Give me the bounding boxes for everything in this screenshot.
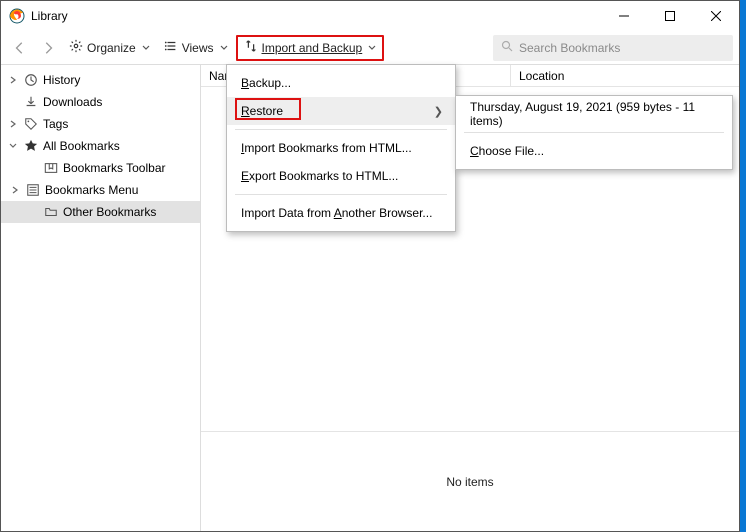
- import-backup-menu: Backup... Restore ❯ Import Bookmarks fro…: [226, 64, 456, 232]
- import-backup-highlight: Import and Backup: [236, 35, 385, 61]
- gear-icon: [69, 39, 83, 56]
- sidebar-item-bookmarks-toolbar[interactable]: Bookmarks Toolbar: [1, 157, 200, 179]
- toolbar: Organize Views Import and Backup Search …: [1, 31, 739, 65]
- tree-label: Tags: [43, 117, 68, 131]
- chevron-right-icon: [9, 186, 21, 194]
- search-placeholder: Search Bookmarks: [519, 41, 620, 55]
- menu-item-import-html[interactable]: Import Bookmarks from HTML...: [227, 134, 455, 162]
- window-title: Library: [31, 9, 68, 23]
- menu-item-export-html[interactable]: Export Bookmarks to HTML...: [227, 162, 455, 190]
- backup-entry-label: Thursday, August 19, 2021 (959 bytes - 1…: [470, 100, 718, 128]
- sidebar-item-downloads[interactable]: Downloads: [1, 91, 200, 113]
- tree-label: Downloads: [43, 95, 102, 109]
- tree-label: Bookmarks Menu: [45, 183, 138, 197]
- star-icon: [23, 139, 39, 153]
- sidebar: History Downloads Tags All Bookmarks Boo: [1, 65, 201, 531]
- titlebar: Library: [1, 1, 739, 31]
- desktop-background: [740, 0, 746, 532]
- back-button[interactable]: [7, 35, 33, 61]
- chevron-right-icon: [7, 120, 19, 128]
- bookmarks-menu-icon: [25, 183, 41, 197]
- tree-label: All Bookmarks: [43, 139, 120, 153]
- chevron-down-icon: [7, 142, 19, 150]
- tag-icon: [23, 117, 39, 131]
- list-icon: [164, 39, 178, 56]
- sidebar-item-all-bookmarks[interactable]: All Bookmarks: [1, 135, 200, 157]
- menu-separator: [464, 132, 724, 133]
- sidebar-item-other-bookmarks[interactable]: Other Bookmarks: [1, 201, 200, 223]
- library-window: Library Organize Views Import and Backup: [0, 0, 740, 532]
- restore-submenu: Thursday, August 19, 2021 (959 bytes - 1…: [455, 95, 733, 170]
- chevron-down-icon: [368, 41, 376, 55]
- import-backup-label: Import and Backup: [262, 41, 363, 55]
- sidebar-item-bookmarks-menu[interactable]: Bookmarks Menu: [1, 179, 200, 201]
- menu-item-restore[interactable]: Restore ❯: [227, 97, 455, 125]
- folder-icon: [43, 205, 59, 219]
- menu-separator: [235, 194, 447, 195]
- views-label: Views: [182, 41, 214, 55]
- menu-item-backup[interactable]: Backup...: [227, 69, 455, 97]
- tree-label: Other Bookmarks: [63, 205, 156, 219]
- views-button[interactable]: Views: [158, 35, 234, 61]
- chevron-right-icon: ❯: [434, 105, 443, 118]
- menu-item-import-other-browser[interactable]: Import Data from Another Browser...: [227, 199, 455, 227]
- tree-label: History: [43, 73, 80, 87]
- tree-label: Bookmarks Toolbar: [63, 161, 166, 175]
- close-button[interactable]: [693, 1, 739, 31]
- maximize-button[interactable]: [647, 1, 693, 31]
- menu-separator: [235, 129, 447, 130]
- menu-item-choose-file[interactable]: Choose File...: [456, 137, 732, 165]
- organize-button[interactable]: Organize: [63, 35, 156, 61]
- details-pane: No items: [201, 431, 739, 531]
- search-icon: [501, 40, 513, 55]
- search-input[interactable]: Search Bookmarks: [493, 35, 733, 61]
- chevron-down-icon: [220, 41, 228, 55]
- sidebar-item-tags[interactable]: Tags: [1, 113, 200, 135]
- clock-icon: [23, 73, 39, 87]
- app-icon: [9, 8, 25, 24]
- import-export-icon: [244, 39, 258, 56]
- forward-button[interactable]: [35, 35, 61, 61]
- organize-label: Organize: [87, 41, 136, 55]
- download-icon: [23, 95, 39, 109]
- sidebar-item-history[interactable]: History: [1, 69, 200, 91]
- bookmarks-toolbar-icon: [43, 161, 59, 175]
- import-backup-button[interactable]: Import and Backup: [242, 35, 379, 61]
- chevron-right-icon: [7, 76, 19, 84]
- column-location[interactable]: Location: [511, 65, 739, 86]
- minimize-button[interactable]: [601, 1, 647, 31]
- chevron-down-icon: [142, 41, 150, 55]
- menu-item-backup-entry[interactable]: Thursday, August 19, 2021 (959 bytes - 1…: [456, 100, 732, 128]
